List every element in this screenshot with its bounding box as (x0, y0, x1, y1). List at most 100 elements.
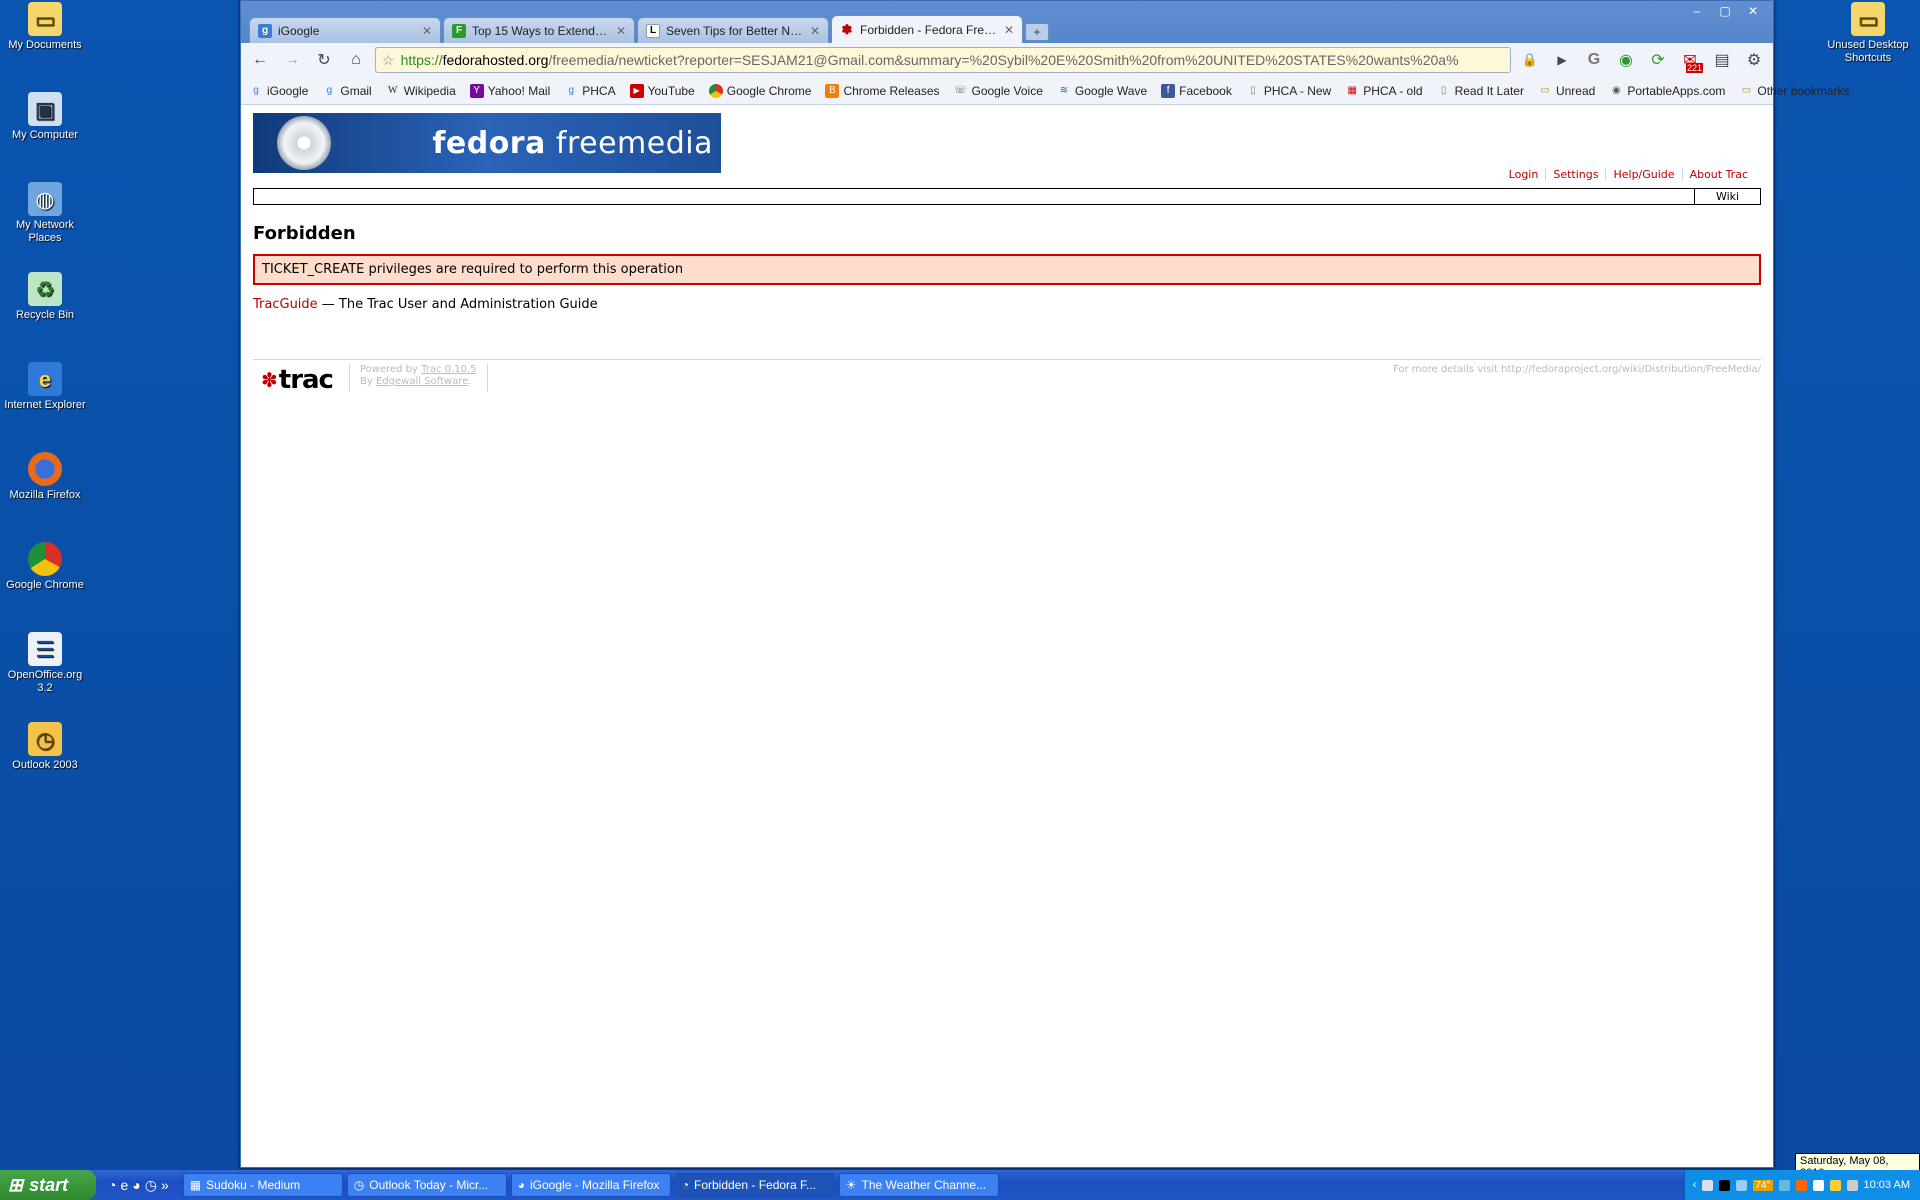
tray-mail-icon[interactable] (1829, 1179, 1841, 1191)
tray-firefox-icon[interactable] (1795, 1179, 1807, 1191)
google-toolbar-icon[interactable]: G (1581, 47, 1607, 73)
bookmark-yahoo-mail[interactable]: Y Yahoo! Mail (469, 83, 550, 98)
bookmark-igoogle[interactable]: g iGoogle (249, 84, 308, 98)
help-guide-link[interactable]: Help/Guide (1605, 168, 1681, 181)
window-controls: – ▢ ✕ (1685, 3, 1765, 19)
start-button[interactable]: ⊞ start (0, 1170, 96, 1200)
minimize-icon[interactable]: – (1685, 3, 1709, 19)
star-icon[interactable]: ☆ (382, 52, 395, 69)
close-icon[interactable]: ✕ (1741, 3, 1765, 19)
desktop-icon-openoffice[interactable]: ☰ OpenOffice.org 3.2 (0, 632, 90, 695)
page-footer: ✽ trac Powered by Trac 0.10.5 By Edgewall… (253, 359, 1761, 396)
desktop-icon-recycle-bin[interactable]: ♻ Recycle Bin (0, 272, 90, 322)
desktop-icon-internet-explorer[interactable]: e Internet Explorer (0, 362, 90, 412)
l-icon: L (646, 23, 660, 38)
tab-close-icon[interactable]: ✕ (810, 24, 820, 38)
home-icon[interactable]: ⌂ (343, 47, 369, 73)
taskbar-item-chrome[interactable]: ◔ Forbidden - Fedora F... (674, 1173, 835, 1197)
tab-igoogle[interactable]: g iGoogle ✕ (249, 17, 441, 43)
clock[interactable]: 10:03 AM (1864, 1179, 1910, 1191)
tray-shield-icon[interactable] (1812, 1179, 1824, 1191)
bookmark-phca-old[interactable]: ▦ PHCA - old (1345, 84, 1422, 98)
tab-close-icon[interactable]: ✕ (422, 24, 432, 38)
maximize-icon[interactable]: ▢ (1713, 3, 1737, 19)
extension-gmail-icon[interactable]: ✉ 221 (1677, 47, 1703, 73)
trac-guide-link[interactable]: TracGuide (253, 297, 318, 312)
bookmark-google-wave[interactable]: ≋ Google Wave (1057, 84, 1147, 98)
bookmark-wikipedia[interactable]: W Wikipedia (386, 84, 456, 98)
outlook-icon[interactable]: ◷ (145, 1177, 157, 1194)
phone-icon: ☏ (954, 85, 967, 96)
tray-console-icon[interactable] (1719, 1179, 1731, 1191)
new-tab-button[interactable]: + (1025, 23, 1049, 41)
desktop-icon-mozilla-firefox[interactable]: Mozilla Firefox (0, 452, 90, 502)
tray-outlook-icon[interactable] (1702, 1179, 1714, 1191)
bookmark-google-chrome[interactable]: Google Chrome (708, 83, 811, 98)
tab-close-icon[interactable]: ✕ (616, 24, 626, 38)
tab-top-15-ways[interactable]: F Top 15 Ways to Extend Yo... ✕ (443, 17, 635, 43)
taskbar-item-weather[interactable]: ☀ The Weather Channe... (838, 1173, 999, 1197)
tray-weather-temp[interactable]: 74° (1753, 1179, 1773, 1191)
yahoo-icon: Y (469, 83, 484, 98)
bookmark-phca[interactable]: g PHCA (564, 84, 615, 98)
tray-expand-icon[interactable]: ‹ (1693, 1179, 1697, 1191)
tab-close-icon[interactable]: ✕ (1004, 23, 1014, 37)
edgewall-link[interactable]: Edgewall Software (376, 376, 468, 387)
blogger-icon: B (825, 83, 840, 98)
taskbar-item-firefox[interactable]: ◕ iGoogle - Mozilla Firefox (510, 1173, 671, 1197)
login-link[interactable]: Login (1502, 168, 1546, 181)
tab-strip: g iGoogle ✕ F Top 15 Ways to Extend Yo..… (249, 15, 1049, 43)
desktop-icon-my-computer[interactable]: ▣ My Computer (0, 92, 90, 142)
bookmark-youtube[interactable]: ▶ YouTube (629, 83, 695, 98)
wrench-icon[interactable]: ⚙ (1741, 47, 1767, 73)
taskbar-item-sudoku[interactable]: ▦ Sudoku - Medium (182, 1173, 343, 1197)
desktop-icon-my-documents[interactable]: ▭ My Documents (0, 2, 90, 52)
bookmark-folder-unread[interactable]: ▭ Unread (1538, 84, 1595, 98)
bookmark-gmail[interactable]: g Gmail (322, 84, 372, 98)
tab-seven-tips[interactable]: L Seven Tips for Better Note... ✕ (637, 17, 829, 43)
trac-version-link[interactable]: Trac 0.10.5 (421, 364, 476, 375)
lock-icon[interactable]: 🔒 (1517, 47, 1543, 73)
page-menu-icon[interactable]: ▤ (1709, 47, 1735, 73)
about-trac-link[interactable]: About Trac (1681, 168, 1755, 181)
fedora-freemedia-banner[interactable]: fedora freemedia (253, 113, 721, 173)
other-bookmarks[interactable]: ▭ Other bookmarks (1739, 84, 1850, 98)
nav-wiki-tab[interactable]: Wiki (1694, 189, 1760, 204)
chrome-icon (28, 542, 62, 576)
tray-volume-icon[interactable] (1846, 1179, 1858, 1191)
extension-search-icon[interactable]: ◉ (1613, 47, 1639, 73)
bookmark-phca-new[interactable]: ▯ PHCA - New (1246, 84, 1331, 98)
tray-app-icon[interactable] (1778, 1179, 1790, 1191)
firefox-icon[interactable]: ◕ (132, 1177, 140, 1194)
bookmark-read-it-later[interactable]: ▯ Read It Later (1437, 84, 1524, 98)
tray-network-icon[interactable] (1736, 1179, 1748, 1191)
page-icon: ▯ (1250, 85, 1256, 96)
system-tray: ‹ 74° 10:03 AM (1684, 1170, 1920, 1200)
settings-link[interactable]: Settings (1545, 168, 1605, 181)
banner-title: fedora freemedia (432, 125, 713, 161)
chrome-icon[interactable]: ◔ (108, 1177, 116, 1194)
bookmark-google-voice[interactable]: ☏ Google Voice (954, 84, 1043, 98)
meta-navigation: Login Settings Help/Guide About Trac (1502, 168, 1755, 181)
ie-icon[interactable]: e (120, 1177, 128, 1194)
extension-sync-icon[interactable]: ⟳ (1645, 47, 1671, 73)
reload-icon[interactable]: ↻ (311, 47, 337, 73)
bookmark-facebook[interactable]: f Facebook (1161, 83, 1232, 98)
go-icon[interactable]: ▶ (1549, 47, 1575, 73)
desktop-icon-google-chrome[interactable]: Google Chrome (0, 542, 90, 592)
bookmark-portableapps[interactable]: ◉ PortableApps.com (1609, 84, 1725, 98)
taskbar-item-outlook[interactable]: ◷ Outlook Today - Micr... (346, 1173, 507, 1197)
forward-icon[interactable]: → (279, 47, 305, 73)
address-bar[interactable]: ☆ https://fedorahosted.org/freemedia/new… (375, 47, 1511, 73)
bookmark-chrome-releases[interactable]: B Chrome Releases (825, 83, 940, 98)
firefox-icon: ◕ (517, 1178, 525, 1192)
back-icon[interactable]: ← (247, 47, 273, 73)
google-icon: g (253, 85, 259, 96)
openoffice-icon: ☰ (28, 632, 62, 666)
trac-logo[interactable]: ✽ trac (253, 364, 341, 396)
chevron-right-icon[interactable]: » (161, 1177, 169, 1194)
tab-forbidden[interactable]: ✽ Forbidden - Fedora Freeme... ✕ (831, 15, 1023, 43)
desktop-icon-my-network-places[interactable]: ◍ My Network Places (0, 182, 90, 245)
desktop-icon-outlook-2003[interactable]: ◷ Outlook 2003 (0, 722, 90, 772)
desktop-icon-unused-shortcuts[interactable]: ▭ Unused Desktop Shortcuts (1820, 2, 1916, 65)
